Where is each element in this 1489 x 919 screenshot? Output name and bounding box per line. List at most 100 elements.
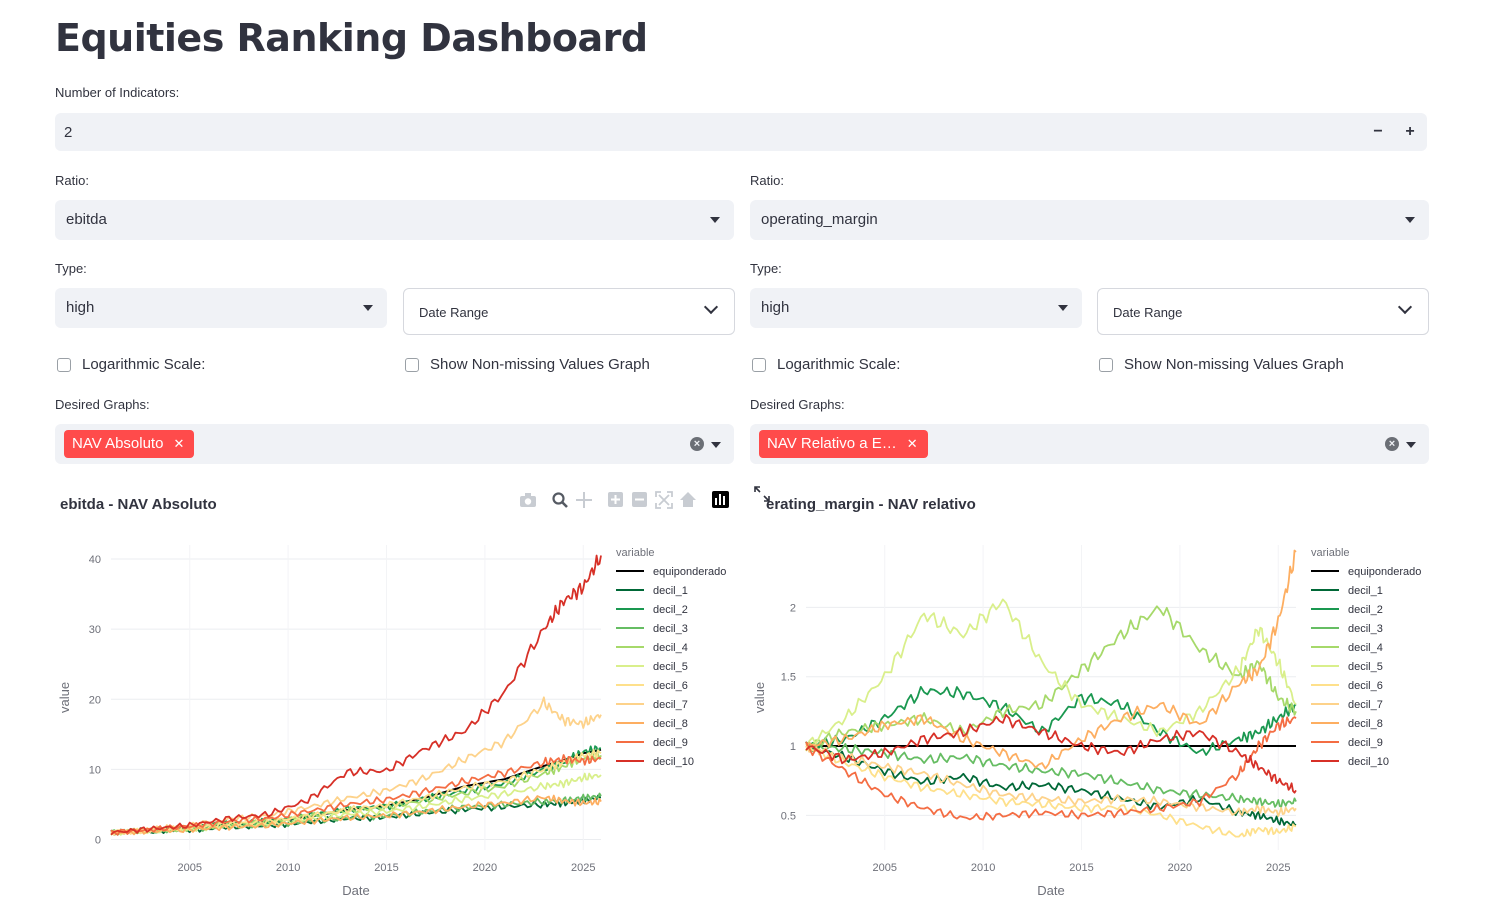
type-select-1[interactable]: high	[55, 288, 387, 328]
y-tick-label: 30	[89, 624, 101, 636]
legend-item[interactable]: decil_1	[1348, 585, 1383, 597]
legend-item[interactable]: decil_4	[653, 642, 688, 654]
legend-item[interactable]: decil_10	[653, 756, 694, 768]
pan-icon[interactable]	[576, 492, 592, 508]
graph-tag-1[interactable]: NAV Absoluto ✕	[64, 430, 195, 458]
legend-item[interactable]: decil_8	[653, 718, 688, 730]
series-line-decil-4[interactable]	[110, 751, 602, 835]
x-tick-label: 2010	[276, 862, 300, 874]
graph-tag-1-label: NAV Absoluto	[72, 435, 164, 452]
ratio-select-2[interactable]: operating_margin	[750, 200, 1429, 240]
legend-item[interactable]: decil_3	[653, 623, 688, 635]
x-tick-label: 2025	[571, 862, 595, 874]
legend-title: variable	[616, 547, 655, 559]
x-axis-label: Date	[342, 883, 369, 898]
num-indicators-value[interactable]: 2	[64, 124, 72, 141]
checkbox-icon[interactable]	[752, 357, 766, 372]
checkbox-icon[interactable]	[405, 357, 419, 372]
decrement-button[interactable]: −	[1367, 121, 1389, 143]
graphs-multiselect-1[interactable]: NAV Absoluto ✕ ×	[55, 424, 734, 464]
legend-item[interactable]: equiponderado	[1348, 566, 1421, 578]
legend-item[interactable]: equiponderado	[653, 566, 726, 578]
ratio-select-1[interactable]: ebitda	[55, 200, 734, 240]
zoom-out-icon[interactable]	[632, 492, 647, 507]
series-line-equiponderado[interactable]	[110, 748, 602, 834]
legend-item[interactable]: decil_2	[1348, 604, 1383, 616]
legend-item[interactable]: decil_5	[653, 661, 688, 673]
log-scale-label-1: Logarithmic Scale:	[82, 356, 206, 373]
log-scale-checkbox-1[interactable]: Logarithmic Scale:	[57, 356, 205, 373]
graph-tag-2-label: NAV Relativo a E…	[767, 435, 897, 452]
y-tick-label: 0.5	[781, 810, 796, 822]
legend-item[interactable]: decil_3	[1348, 623, 1383, 635]
legend-item[interactable]: decil_10	[1348, 756, 1389, 768]
legend-item[interactable]: decil_4	[1348, 642, 1383, 654]
y-tick-label: 1	[790, 741, 796, 753]
y-tick-label: 20	[89, 694, 101, 706]
legend-item[interactable]: decil_9	[1348, 737, 1383, 749]
x-tick-label: 2025	[1266, 862, 1290, 874]
type-label-1: Type:	[55, 261, 87, 276]
legend-item[interactable]: decil_6	[1348, 680, 1383, 692]
graphs-label-1: Desired Graphs:	[55, 397, 150, 412]
clear-icon[interactable]: ×	[1385, 437, 1399, 451]
modebar	[520, 491, 729, 509]
caret-down-icon	[363, 305, 373, 311]
x-tick-label: 2020	[473, 862, 497, 874]
legend-item[interactable]: decil_1	[653, 585, 688, 597]
ratio-select-2-value: operating_margin	[761, 211, 878, 228]
series-line-decil-2[interactable]	[110, 745, 602, 835]
legend-item[interactable]: decil_9	[653, 737, 688, 749]
type-select-2[interactable]: high	[750, 288, 1082, 328]
y-tick-label: 0	[95, 834, 101, 846]
series-line-decil-10[interactable]	[110, 554, 602, 836]
chart-2: 0.5 1 1.5 2 2005 2010 2015 2020 2025 Date value var…	[752, 545, 1421, 898]
home-icon[interactable]	[680, 492, 696, 507]
series-line-decil-9[interactable]	[110, 754, 602, 836]
legend-item[interactable]: decil_8	[1348, 718, 1383, 730]
nonmissing-checkbox-2[interactable]: Show Non-missing Values Graph	[1099, 356, 1344, 373]
legend-item[interactable]: decil_5	[1348, 661, 1383, 673]
x-tick-label: 2020	[1168, 862, 1192, 874]
plotly-logo-icon[interactable]	[712, 491, 729, 508]
x-tick-label: 2005	[177, 862, 201, 874]
y-tick-label: 2	[790, 602, 796, 614]
nonmissing-checkbox-1[interactable]: Show Non-missing Values Graph	[405, 356, 650, 373]
legend-item[interactable]: decil_7	[1348, 699, 1383, 711]
camera-icon[interactable]	[520, 493, 536, 507]
chevron-down-icon	[703, 299, 719, 315]
caret-down-icon[interactable]	[711, 442, 721, 448]
series-line-decil-6[interactable]	[110, 748, 602, 835]
checkbox-icon[interactable]	[1099, 357, 1113, 372]
clear-icon[interactable]: ×	[690, 437, 704, 451]
date-range-expander-1[interactable]: Date Range	[403, 288, 735, 335]
increment-button[interactable]: +	[1399, 121, 1421, 143]
log-scale-label-2: Logarithmic Scale:	[777, 356, 901, 373]
autoscale-icon[interactable]	[655, 491, 673, 509]
graphs-multiselect-2[interactable]: NAV Relativo a E… ✕ ×	[750, 424, 1429, 464]
log-scale-checkbox-2[interactable]: Logarithmic Scale:	[752, 356, 900, 373]
legend-item[interactable]: decil_2	[653, 604, 688, 616]
caret-down-icon[interactable]	[1406, 442, 1416, 448]
fullscreen-icon[interactable]	[754, 486, 770, 502]
y-axis-label: value	[752, 682, 767, 713]
series-line-decil-8[interactable]	[805, 549, 1297, 770]
date-range-label-1: Date Range	[419, 305, 489, 320]
zoom-icon[interactable]	[552, 492, 568, 508]
num-indicators-input[interactable]: 2 − +	[55, 113, 1427, 151]
series-line-decil-3[interactable]	[805, 741, 1297, 808]
remove-tag-icon[interactable]: ✕	[173, 430, 184, 458]
caret-down-icon	[710, 217, 720, 223]
remove-tag-icon[interactable]: ✕	[907, 430, 918, 458]
date-range-expander-2[interactable]: Date Range	[1097, 288, 1429, 335]
ratio-label-1: Ratio:	[55, 173, 89, 188]
x-axis-label: Date	[1037, 883, 1064, 898]
x-tick-label: 2010	[971, 862, 995, 874]
checkbox-icon[interactable]	[57, 357, 71, 372]
graph-tag-2[interactable]: NAV Relativo a E… ✕	[759, 430, 928, 458]
legend-item[interactable]: decil_7	[653, 699, 688, 711]
y-tick-label: 1.5	[781, 672, 796, 684]
legend-item[interactable]: decil_6	[653, 680, 688, 692]
zoom-in-icon[interactable]	[608, 492, 623, 507]
legend-title: variable	[1311, 547, 1350, 559]
